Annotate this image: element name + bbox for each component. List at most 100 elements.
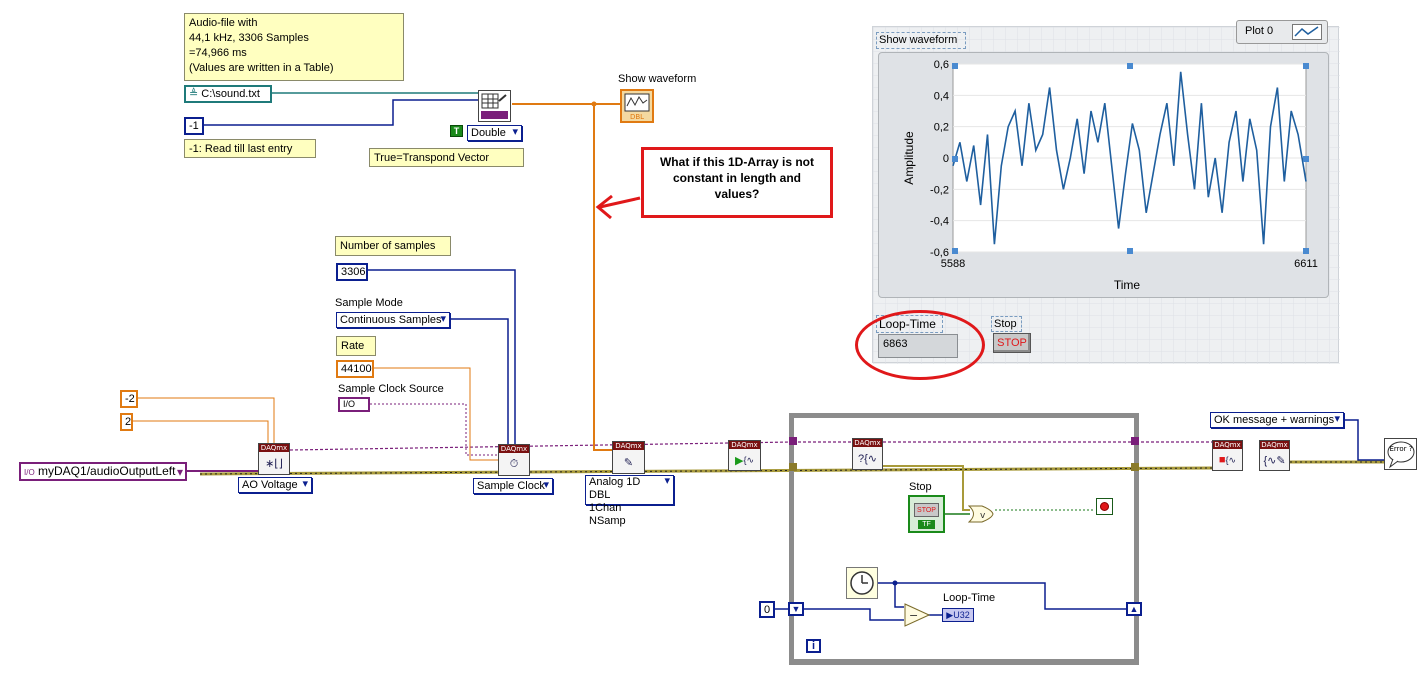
audio-info-note: Audio-file with 44,1 kHz, 3306 Samples =…: [184, 13, 404, 81]
spreadsheet-icon: [481, 93, 508, 119]
daqmx-create-channel-vi[interactable]: DAQmx ∗⌊⌋: [258, 443, 290, 475]
channel-value: myDAQ1/audioOutputLeft: [38, 464, 176, 478]
selection-handle[interactable]: [952, 63, 958, 69]
file-path-constant[interactable]: ≜ C:\sound.txt: [184, 85, 272, 103]
max-value-constant[interactable]: 2: [120, 413, 133, 431]
tf-text: TF: [918, 520, 935, 529]
tick-count-function[interactable]: [846, 567, 878, 599]
stop-text: STOP: [914, 503, 939, 517]
waveform-graph[interactable]: 0,6 0,4 0,2 0 -0,2 -0,4 -0,6 5588 6611 Amplitud…: [878, 52, 1329, 298]
loop-tunnel: [1131, 437, 1139, 445]
write-pencil-icon: ✎: [623, 456, 634, 469]
shift-register-left[interactable]: ▼: [788, 602, 804, 616]
read-count-constant[interactable]: -1: [184, 117, 204, 135]
chevron-down-icon: ▾: [176, 465, 183, 479]
clock-source-constant[interactable]: I/O: [338, 397, 370, 412]
y-axis-label: Amplitude: [902, 131, 916, 185]
subtract-function[interactable]: −: [904, 603, 931, 627]
clock-source-label: Sample Clock Source: [338, 383, 444, 395]
daqmx-header: DAQmx: [499, 445, 529, 453]
loop-time-highlight-ellipse: [855, 310, 985, 380]
svg-text:Error ?: Error ?: [1389, 445, 1412, 453]
clock-icon: [850, 571, 874, 595]
channel-constant[interactable]: I/O myDAQ1/audioOutputLeft ▾: [19, 462, 187, 481]
daqmx-timing-vi[interactable]: DAQmx ⏱: [498, 444, 530, 476]
plot-line-style-icon: [1292, 24, 1322, 40]
error-mode-ring[interactable]: OK message + warnings: [1210, 412, 1344, 428]
transpose-hint-note: True=Transpond Vector: [369, 148, 524, 167]
x-axis-label: Time: [1114, 278, 1141, 292]
error-bubble-icon: Error ?: [1387, 441, 1415, 469]
show-waveform-terminal[interactable]: DBL: [620, 89, 654, 123]
selection-handle[interactable]: [952, 156, 958, 162]
stop-if-true-icon: [1100, 502, 1109, 511]
sample-mode-label: Sample Mode: [335, 297, 403, 309]
create-channel-icon: ∗⌊⌋: [265, 458, 283, 470]
transpose-boolean-constant[interactable]: T: [450, 125, 463, 137]
question-annotation: What if this 1D-Array is not constant in…: [641, 147, 833, 218]
init-value-constant[interactable]: 0: [759, 601, 775, 618]
or-function[interactable]: v: [967, 505, 994, 523]
y-tick-label: 0: [943, 153, 949, 165]
selection-handle[interactable]: [1303, 156, 1309, 162]
plot-legend[interactable]: Plot 0: [1236, 20, 1328, 44]
selection-handle[interactable]: [1127, 248, 1133, 254]
ao-voltage-ring[interactable]: AO Voltage: [238, 477, 312, 493]
loop-tunnel: [1131, 463, 1139, 471]
y-tick-label: 0,2: [934, 122, 949, 134]
selection-handle[interactable]: [1303, 63, 1309, 69]
y-tick-label: 0,6: [934, 59, 949, 71]
task-done-icon: ?{∿: [857, 453, 877, 465]
read-hint-note: -1: Read till last entry: [184, 139, 316, 158]
plot-legend-label: Plot 0: [1245, 25, 1274, 37]
daqmx-clear-task-vi[interactable]: DAQmx {∿✎: [1259, 440, 1290, 471]
rate-constant[interactable]: 44100: [336, 360, 374, 378]
fp-stop-label: Stop: [991, 316, 1022, 332]
fp-stop-button[interactable]: STOP: [993, 333, 1031, 353]
num-samples-label: Number of samples: [335, 236, 451, 256]
num-samples-constant[interactable]: 3306: [336, 263, 368, 281]
loop-time-terminal[interactable]: ▶U32: [942, 608, 974, 622]
svg-text:DBL: DBL: [630, 113, 644, 121]
selection-handle[interactable]: [952, 248, 958, 254]
while-loop[interactable]: [789, 413, 1139, 665]
stop-button-terminal[interactable]: STOP TF: [908, 495, 945, 533]
iteration-terminal[interactable]: i: [806, 639, 821, 653]
daqmx-is-task-done-vi[interactable]: DAQmx ?{∿: [852, 438, 883, 470]
y-tick-label: -0,4: [930, 216, 949, 228]
x-tick-label: 6611: [1294, 258, 1318, 270]
loop-condition-terminal[interactable]: [1096, 498, 1113, 515]
daqmx-header: DAQmx: [1260, 441, 1289, 449]
svg-text:−: −: [909, 609, 918, 622]
daqmx-header: DAQmx: [259, 444, 289, 452]
stop-square-icon: ■ {∿: [1218, 454, 1237, 466]
y-tick-label: 0,4: [934, 90, 949, 102]
loop-tunnel: [789, 437, 797, 445]
x-tick-label: 5588: [941, 258, 965, 270]
daqmx-header: DAQmx: [613, 442, 644, 450]
subtract-icon: −: [904, 603, 931, 627]
waveform-graph-icon: DBL: [624, 93, 650, 121]
y-tick-label: -0,2: [930, 184, 949, 196]
write-mode-ring[interactable]: Analog 1D DBL 1Chan NSamp: [585, 475, 674, 527]
datatype-ring[interactable]: Double: [467, 125, 522, 141]
read-spreadsheet-vi[interactable]: [478, 90, 511, 122]
waveform-graph-plot: 0,60,40,20-0,2-0,4-0,6 5588 6611 Amplitud…: [902, 59, 1318, 292]
file-path-value: C:\sound.txt: [201, 88, 260, 100]
min-value-constant[interactable]: -2: [120, 390, 138, 408]
shift-register-right[interactable]: ▲: [1126, 602, 1142, 616]
daqmx-header: DAQmx: [729, 441, 760, 449]
rate-label: Rate: [336, 336, 376, 356]
daqmx-write-vi[interactable]: DAQmx ✎: [612, 441, 645, 474]
selection-handle[interactable]: [1303, 248, 1309, 254]
stop-button-label: Stop: [909, 481, 932, 493]
daqmx-start-task-vi[interactable]: DAQmx ▶ {∿: [728, 440, 761, 471]
selection-handle[interactable]: [1127, 63, 1133, 69]
chart-label: Show waveform: [876, 32, 966, 49]
sample-clock-ring[interactable]: Sample Clock: [473, 478, 553, 494]
daqmx-stop-task-vi[interactable]: DAQmx ■ {∿: [1212, 440, 1243, 471]
sample-mode-ring[interactable]: Continuous Samples: [336, 312, 450, 328]
clear-eraser-icon: {∿✎: [1263, 454, 1286, 467]
simple-error-handler-vi[interactable]: Error ?: [1384, 438, 1417, 470]
daqmx-header: DAQmx: [853, 439, 882, 447]
